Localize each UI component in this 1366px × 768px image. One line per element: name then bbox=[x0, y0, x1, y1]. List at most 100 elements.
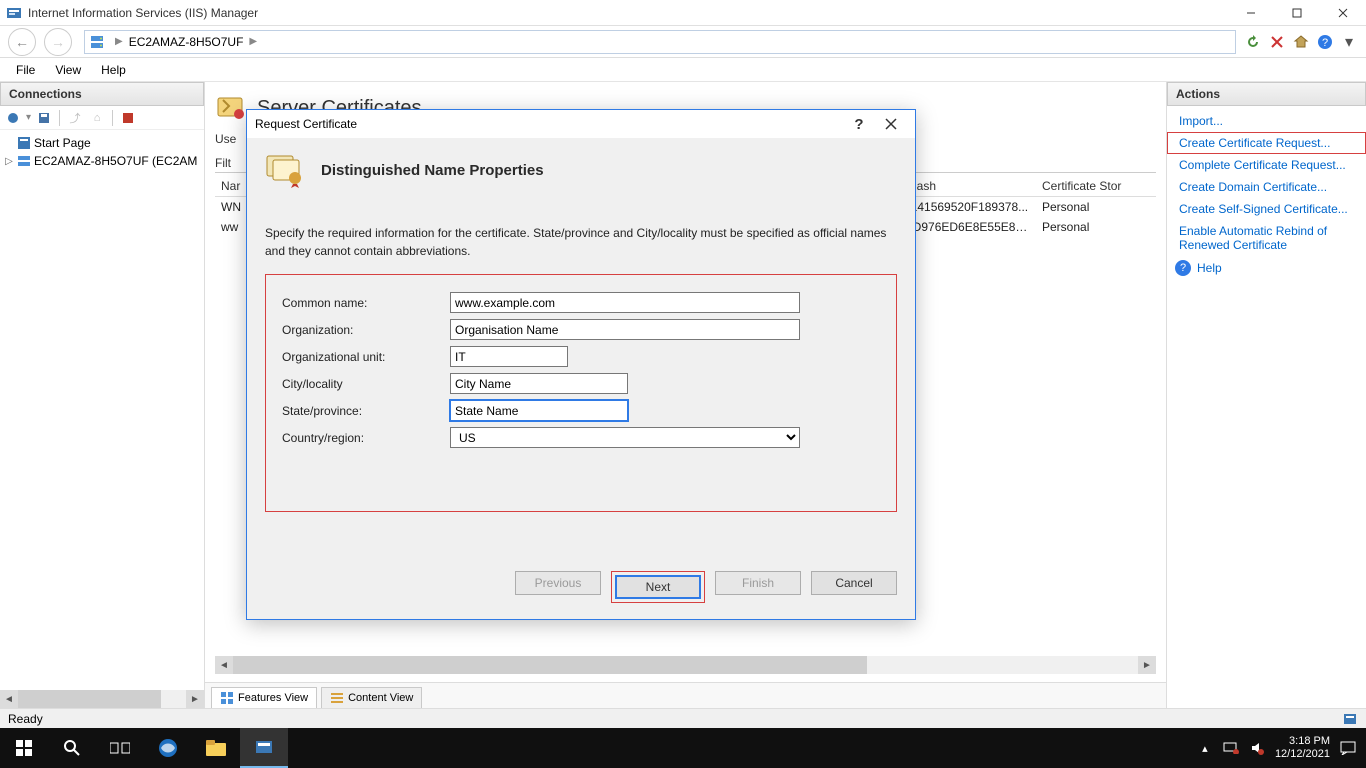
config-icon[interactable] bbox=[1342, 711, 1358, 727]
request-certificate-dialog: Request Certificate ? Distinguished Name… bbox=[246, 109, 916, 620]
maximize-button[interactable] bbox=[1274, 0, 1320, 26]
dialog-header-title: Distinguished Name Properties bbox=[321, 162, 544, 179]
server-node-icon bbox=[16, 153, 32, 169]
action-import[interactable]: Import... bbox=[1167, 110, 1366, 132]
tree-start-page[interactable]: Start Page bbox=[2, 134, 202, 152]
features-view-icon bbox=[220, 691, 234, 705]
start-button[interactable] bbox=[0, 728, 48, 768]
taskbar[interactable]: ▴ 3:18 PM 12/12/2021 bbox=[0, 728, 1366, 768]
connections-tree[interactable]: Start Page ▷ EC2AMAZ-8H5O7UF (EC2AM bbox=[0, 130, 204, 690]
task-view-button[interactable] bbox=[96, 728, 144, 768]
forward-button[interactable]: → bbox=[44, 28, 72, 56]
next-button[interactable]: Next bbox=[615, 575, 701, 599]
tree-label: EC2AMAZ-8H5O7UF (EC2AM bbox=[34, 154, 197, 168]
window-title: Internet Information Services (IIS) Mana… bbox=[28, 6, 258, 20]
dialog-header: Distinguished Name Properties bbox=[247, 138, 915, 198]
help-icon[interactable]: ? bbox=[1314, 31, 1336, 53]
system-tray[interactable]: ▴ 3:18 PM 12/12/2021 bbox=[1187, 735, 1366, 761]
menu-file[interactable]: File bbox=[6, 60, 45, 80]
action-complete-cert-request[interactable]: Complete Certificate Request... bbox=[1167, 154, 1366, 176]
scroll-left-icon[interactable]: ◄ bbox=[215, 656, 233, 674]
menu-view[interactable]: View bbox=[45, 60, 91, 80]
organization-input[interactable] bbox=[450, 319, 800, 340]
stop-small-icon[interactable] bbox=[119, 109, 137, 127]
up-level-icon[interactable]: ⤴ bbox=[66, 109, 84, 127]
tray-sound-icon[interactable] bbox=[1249, 740, 1265, 756]
finish-button[interactable]: Finish bbox=[715, 571, 801, 595]
window-titlebar: Internet Information Services (IIS) Mana… bbox=[0, 0, 1366, 26]
tray-notifications-icon[interactable] bbox=[1340, 740, 1356, 756]
save-icon[interactable] bbox=[35, 109, 53, 127]
tray-date: 12/12/2021 bbox=[1275, 748, 1330, 761]
dialog-titlebar: Request Certificate ? bbox=[247, 110, 915, 138]
tab-label: Features View bbox=[238, 692, 308, 704]
tray-clock[interactable]: 3:18 PM 12/12/2021 bbox=[1275, 735, 1330, 761]
stop-icon[interactable] bbox=[1266, 31, 1288, 53]
tab-content-view[interactable]: Content View bbox=[321, 687, 422, 708]
scrollbar-thumb[interactable] bbox=[18, 690, 161, 708]
next-button-highlight: Next bbox=[611, 571, 705, 603]
scroll-left-icon[interactable]: ◄ bbox=[0, 690, 18, 708]
tray-network-icon[interactable] bbox=[1223, 740, 1239, 756]
menu-bar: File View Help bbox=[0, 58, 1366, 82]
previous-button[interactable]: Previous bbox=[515, 571, 601, 595]
action-help[interactable]: ? Help bbox=[1167, 256, 1366, 280]
tray-up-icon[interactable]: ▴ bbox=[1197, 740, 1213, 756]
breadcrumb[interactable]: ▶ EC2AMAZ-8H5O7UF ▶ bbox=[84, 30, 1236, 54]
content-view-icon bbox=[330, 691, 344, 705]
server-icon bbox=[89, 34, 105, 50]
action-enable-auto-rebind[interactable]: Enable Automatic Rebind of Renewed Certi… bbox=[1167, 220, 1366, 256]
scrollbar-thumb[interactable] bbox=[233, 656, 867, 674]
nav-dropdown-icon[interactable]: ▾ bbox=[1338, 31, 1360, 53]
filter-label: Filt bbox=[215, 156, 231, 170]
home-icon[interactable] bbox=[1290, 31, 1312, 53]
refresh-icon[interactable] bbox=[1242, 31, 1264, 53]
taskbar-iis[interactable] bbox=[240, 728, 288, 768]
dialog-title: Request Certificate bbox=[255, 117, 357, 131]
tree-label: Start Page bbox=[34, 136, 91, 150]
center-tabs: Features View Content View bbox=[205, 682, 1166, 708]
action-create-cert-request[interactable]: Create Certificate Request... bbox=[1167, 132, 1366, 154]
taskbar-explorer[interactable] bbox=[192, 728, 240, 768]
action-create-domain-cert[interactable]: Create Domain Certificate... bbox=[1167, 176, 1366, 198]
col-store[interactable]: Certificate Stor bbox=[1036, 177, 1156, 195]
home-small-icon[interactable]: ⌂ bbox=[88, 109, 106, 127]
iis-app-icon bbox=[6, 5, 22, 21]
dialog-buttons: Previous Next Finish Cancel bbox=[247, 559, 915, 619]
label-organization: Organization: bbox=[282, 323, 450, 337]
taskbar-ie[interactable] bbox=[144, 728, 192, 768]
cancel-button[interactable]: Cancel bbox=[811, 571, 897, 595]
menu-help[interactable]: Help bbox=[91, 60, 136, 80]
help-icon: ? bbox=[1175, 260, 1191, 276]
connect-icon[interactable] bbox=[4, 109, 22, 127]
breadcrumb-host[interactable]: EC2AMAZ-8H5O7UF bbox=[129, 35, 244, 49]
common-name-input[interactable] bbox=[450, 292, 800, 313]
city-input[interactable] bbox=[450, 373, 628, 394]
svg-text:?: ? bbox=[1322, 37, 1328, 49]
scroll-right-icon[interactable]: ► bbox=[1138, 656, 1156, 674]
state-input[interactable] bbox=[450, 400, 628, 421]
ou-input[interactable] bbox=[450, 346, 568, 367]
dialog-help-button[interactable]: ? bbox=[843, 112, 875, 136]
tray-time: 3:18 PM bbox=[1275, 735, 1330, 748]
label-state: State/province: bbox=[282, 404, 450, 418]
center-scrollbar[interactable]: ◄ ► bbox=[215, 656, 1156, 674]
label-city: City/locality bbox=[282, 377, 450, 391]
scroll-right-icon[interactable]: ► bbox=[186, 690, 204, 708]
cell-store: Personal bbox=[1036, 218, 1156, 236]
connections-scrollbar[interactable]: ◄ ► bbox=[0, 690, 204, 708]
tree-server-node[interactable]: ▷ EC2AMAZ-8H5O7UF (EC2AM bbox=[2, 152, 202, 170]
dialog-close-button[interactable] bbox=[875, 112, 907, 136]
close-button[interactable] bbox=[1320, 0, 1366, 26]
dialog-explanation: Specify the required information for the… bbox=[265, 224, 897, 260]
expand-icon[interactable]: ▷ bbox=[2, 156, 16, 167]
search-button[interactable] bbox=[48, 728, 96, 768]
action-create-self-signed-cert[interactable]: Create Self-Signed Certificate... bbox=[1167, 198, 1366, 220]
minimize-button[interactable] bbox=[1228, 0, 1274, 26]
actions-panel: Actions Import... Create Certificate Req… bbox=[1166, 82, 1366, 708]
back-button[interactable]: ← bbox=[8, 28, 36, 56]
country-select[interactable]: US bbox=[450, 427, 800, 448]
tab-features-view[interactable]: Features View bbox=[211, 687, 317, 708]
label-country: Country/region: bbox=[282, 431, 450, 445]
label-common-name: Common name: bbox=[282, 296, 450, 310]
